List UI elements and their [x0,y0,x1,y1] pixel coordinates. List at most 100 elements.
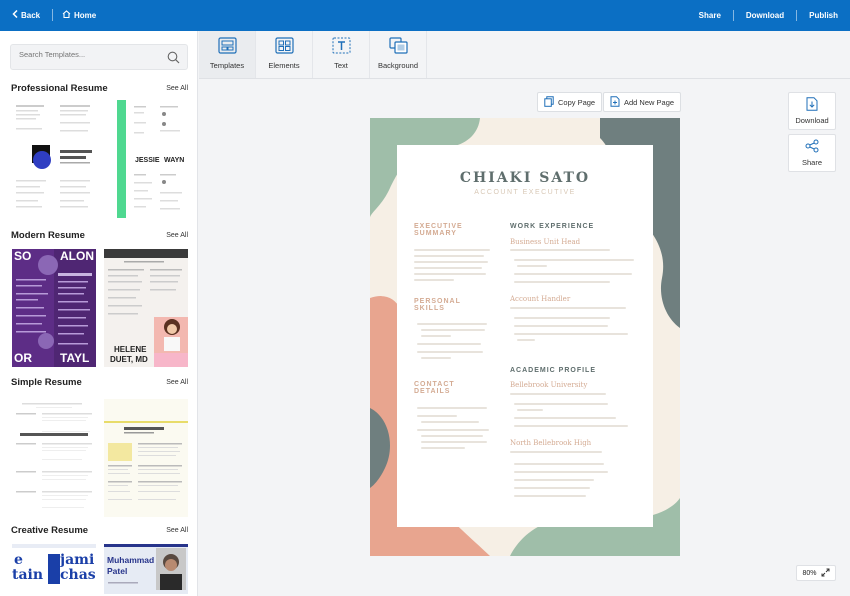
thumb-text: e [14,552,23,568]
text-line [514,495,586,497]
summary-heading[interactable]: EXECUTIVE SUMMARY [414,223,463,237]
see-all-link[interactable]: See All [166,527,188,534]
back-button[interactable]: Back [12,9,41,20]
thumb-text: tain [12,567,44,583]
text-line [421,335,451,337]
background-icon [388,37,408,61]
resume-role[interactable]: ACCOUNT EXECUTIVE [397,189,653,196]
tab-elements[interactable]: Elements [256,31,313,78]
template-thumb[interactable]: HELENE DUET, MD [104,249,188,367]
academic-heading[interactable]: ACADEMIC PROFILE [510,367,596,374]
work-heading[interactable]: WORK EXPERIENCE [510,223,594,230]
chevron-left-icon [12,9,18,20]
resume-page[interactable]: CHIAKI SATO ACCOUNT EXECUTIVE EXECUTIVE … [370,118,680,556]
template-thumb[interactable] [12,100,96,218]
tab-templates[interactable]: Templates [199,31,256,78]
share-button[interactable]: Share [699,11,721,20]
home-label: Home [74,10,97,20]
back-label: Back [21,10,41,20]
job-title[interactable]: Account Handler [510,295,570,303]
see-all-link[interactable]: See All [166,232,188,239]
template-thumb[interactable]: Muhammad Patel [104,544,188,594]
school-name[interactable]: Bellebrook University [510,381,587,389]
text-line [514,333,628,335]
text-line [421,421,479,423]
zoom-control[interactable]: 80% [796,565,836,581]
search-icon[interactable] [167,51,180,64]
divider [52,9,53,21]
publish-button[interactable]: Publish [809,11,838,20]
copy-icon [544,95,554,109]
text-line [514,487,590,489]
text-line [517,265,547,267]
template-thumb[interactable] [12,399,96,517]
template-thumb[interactable]: e tain jami chas [12,544,96,594]
text-line [510,307,626,309]
tab-background[interactable]: Background [370,31,427,78]
canvas-share-label: Share [801,158,822,167]
template-thumb[interactable]: JESSIE WAYN [104,100,188,218]
section-title: Professional Resume [11,82,108,94]
add-page-icon [610,95,620,109]
thumb-text: Muhammad [107,555,155,565]
text-line [514,281,610,283]
divider [796,10,798,21]
text-line [414,279,454,281]
text-line [421,441,487,443]
copy-page-button[interactable]: Copy Page [537,92,603,112]
school-name[interactable]: North Bellebrook High [510,439,591,447]
text-line [514,425,628,427]
search-input[interactable] [19,50,159,59]
canvas-download-label: Download [795,116,829,125]
contact-heading[interactable]: CONTACT DETAILS [414,381,455,395]
home-button[interactable]: Home [62,10,96,20]
canvas-download-button[interactable]: Download [788,92,836,130]
text-line [510,393,606,395]
text-line [517,339,535,341]
text-icon [332,37,351,61]
section-title: Modern Resume [11,229,85,241]
text-line [514,463,604,465]
download-icon [806,97,818,113]
see-all-link[interactable]: See All [166,85,188,92]
add-new-page-button[interactable]: Add New Page [603,92,682,112]
divider [732,10,734,21]
text-line [417,351,483,353]
expand-icon[interactable] [821,568,830,579]
skills-heading[interactable]: PERSONAL SKILLS [414,298,461,312]
section-title: Creative Resume [11,524,89,536]
thumb-text: JESSIE [135,157,160,164]
text-line [514,417,616,419]
share-icon [805,139,819,155]
divider [199,78,850,79]
tab-label: Elements [268,61,300,70]
job-title[interactable]: Business Unit Head [510,238,580,246]
thumb-text: jami [60,552,95,568]
text-line [514,259,634,261]
text-line [514,479,594,481]
tab-text[interactable]: Text [313,31,370,78]
section-professional: Professional Resume See All [11,82,188,94]
text-line [421,329,485,331]
text-line [417,323,487,325]
add-new-page-label: Add New Page [624,97,675,107]
text-line [514,471,608,473]
template-thumb[interactable]: SO ALON OR TAYL [12,249,96,367]
see-all-link[interactable]: See All [166,379,188,386]
thumb-text: TAYL [60,351,90,365]
canvas-share-button[interactable]: Share [788,134,836,172]
section-creative: Creative Resume See All [11,524,188,536]
text-line [414,261,488,263]
section-modern: Modern Resume See All [11,229,188,241]
resume-name[interactable]: CHIAKI SATO [397,170,653,186]
section-title: Simple Resume [11,376,82,388]
thumb-text: Patel [107,566,128,576]
text-line [417,407,487,409]
text-line [414,255,484,257]
download-button[interactable]: Download [746,11,784,20]
text-line [414,273,486,275]
text-line [510,249,610,251]
template-thumb[interactable] [104,399,188,517]
search-box[interactable] [10,44,188,70]
text-line [421,357,451,359]
